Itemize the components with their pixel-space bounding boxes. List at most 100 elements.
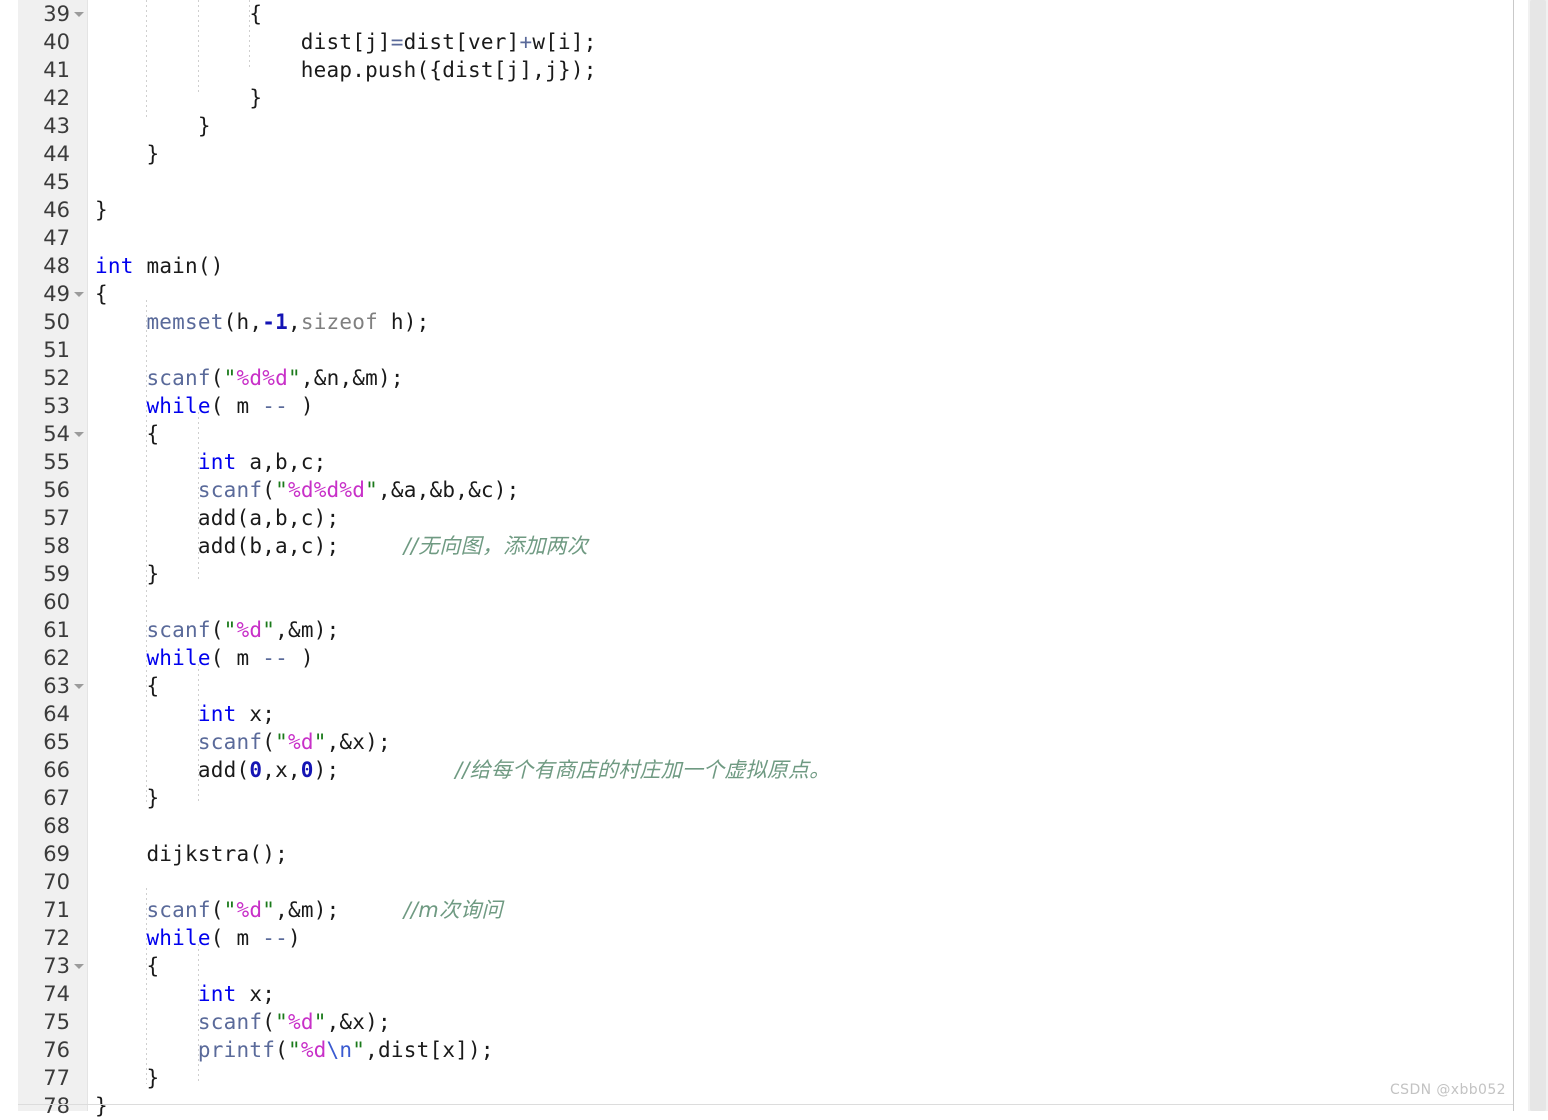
code-line[interactable]: 47: [0, 224, 1548, 252]
fold-toggle-icon[interactable]: [74, 684, 84, 689]
code-line[interactable]: 53 while( m -- ): [0, 392, 1548, 420]
code-text[interactable]: }: [146, 140, 159, 168]
code-line[interactable]: 74 int x;: [0, 980, 1548, 1008]
line-number: 58: [43, 534, 70, 558]
code-line[interactable]: 40 dist[j]=dist[ver]+w[i];: [0, 28, 1548, 56]
code-line[interactable]: 77}: [0, 1064, 1548, 1092]
line-number: 70: [43, 870, 70, 894]
line-number: 73: [43, 954, 70, 978]
code-line[interactable]: 61 scanf("%d",&m);: [0, 616, 1548, 644]
code-line[interactable]: 54 {: [0, 420, 1548, 448]
code-text[interactable]: }: [146, 784, 159, 812]
code-text[interactable]: scanf("%d",&x);: [198, 1008, 391, 1036]
code-text[interactable]: scanf("%d%d",&n,&m);: [146, 364, 403, 392]
code-text[interactable]: while( m --): [146, 924, 300, 952]
line-number: 53: [43, 394, 70, 418]
code-text[interactable]: }: [95, 1092, 108, 1120]
code-text[interactable]: int main(): [95, 252, 224, 280]
line-number: 77: [43, 1066, 70, 1090]
line-number: 56: [43, 478, 70, 502]
code-text[interactable]: int a,b,c;: [198, 448, 327, 476]
line-number: 67: [43, 786, 70, 810]
code-text[interactable]: {: [146, 952, 159, 980]
code-editor[interactable]: 39 {40 dist[j]=dist[ver]+w[i]; 41 heap.push(…: [0, 0, 1548, 1118]
code-line[interactable]: 44}: [0, 140, 1548, 168]
line-number: 76: [43, 1038, 70, 1062]
code-line[interactable]: 42}: [0, 84, 1548, 112]
line-number: 64: [43, 702, 70, 726]
code-line[interactable]: 72 while( m --): [0, 924, 1548, 952]
code-text[interactable]: scanf("%d",&m);: [146, 896, 339, 924]
code-text[interactable]: }: [146, 1064, 159, 1092]
code-line[interactable]: 69 dijkstra();: [0, 840, 1548, 868]
code-line[interactable]: 57 add(a,b,c);: [0, 504, 1548, 532]
code-line[interactable]: 48 int main(): [0, 252, 1548, 280]
code-line[interactable]: 56 scanf("%d%d%d",&a,&b,&c);: [0, 476, 1548, 504]
code-text[interactable]: scanf("%d",&x);: [198, 728, 391, 756]
code-text[interactable]: {: [95, 280, 108, 308]
code-text[interactable]: int x;: [198, 700, 275, 728]
code-line[interactable]: 67}: [0, 784, 1548, 812]
code-text[interactable]: {: [249, 0, 262, 28]
code-text[interactable]: add(0,x,0);: [198, 756, 340, 784]
code-line[interactable]: 75 scanf("%d",&x);: [0, 1008, 1548, 1036]
line-number: 41: [43, 58, 70, 82]
code-line[interactable]: 49 {: [0, 280, 1548, 308]
code-text[interactable]: add(b,a,c);: [198, 532, 340, 560]
line-number: 74: [43, 982, 70, 1006]
code-text[interactable]: }: [249, 84, 262, 112]
code-line[interactable]: 39 {: [0, 0, 1548, 28]
code-line[interactable]: 43}: [0, 112, 1548, 140]
code-line[interactable]: 66 add(0,x,0); //给每个有商店的村庄加一个虚拟原点。: [0, 756, 1548, 784]
code-text[interactable]: {: [146, 672, 159, 700]
code-text[interactable]: while( m -- ): [146, 644, 313, 672]
code-line[interactable]: 60: [0, 588, 1548, 616]
code-line[interactable]: 58 add(b,a,c); //无向图，添加两次: [0, 532, 1548, 560]
code-text[interactable]: }: [95, 196, 108, 224]
code-text[interactable]: dijkstra();: [146, 840, 288, 868]
code-line[interactable]: 64 int x;: [0, 700, 1548, 728]
code-line[interactable]: 50 memset(h,-1,sizeof h);: [0, 308, 1548, 336]
code-text[interactable]: printf("%d\n",dist[x]);: [198, 1036, 494, 1064]
code-line[interactable]: 76 printf("%d\n",dist[x]);: [0, 1036, 1548, 1064]
line-number: 63: [43, 674, 70, 698]
line-number: 45: [43, 170, 70, 194]
code-line[interactable]: 55 int a,b,c;: [0, 448, 1548, 476]
line-number: 42: [43, 86, 70, 110]
code-line[interactable]: 73 {: [0, 952, 1548, 980]
fold-toggle-icon[interactable]: [74, 432, 84, 437]
fold-toggle-icon[interactable]: [74, 12, 84, 17]
vertical-scrollbar-thumb[interactable]: [1530, 0, 1546, 1111]
code-text[interactable]: dist[j]=dist[ver]+w[i];: [301, 28, 597, 56]
code-line[interactable]: 52 scanf("%d%d",&n,&m);: [0, 364, 1548, 392]
code-line[interactable]: 65 scanf("%d",&x);: [0, 728, 1548, 756]
code-text[interactable]: add(a,b,c);: [198, 504, 340, 532]
line-number: 40: [43, 30, 70, 54]
fold-toggle-icon[interactable]: [74, 964, 84, 969]
code-text[interactable]: int x;: [198, 980, 275, 1008]
code-line[interactable]: 46}: [0, 196, 1548, 224]
code-line[interactable]: 70: [0, 868, 1548, 896]
code-text[interactable]: }: [146, 560, 159, 588]
code-line[interactable]: 51: [0, 336, 1548, 364]
code-text[interactable]: heap.push({dist[j],j});: [301, 56, 597, 84]
code-line[interactable]: 68: [0, 812, 1548, 840]
code-line[interactable]: 78}: [0, 1092, 1548, 1120]
editor-bottom-border: [18, 1104, 1513, 1105]
code-comment: //无向图，添加两次: [403, 534, 588, 558]
code-line[interactable]: 63 {: [0, 672, 1548, 700]
fold-toggle-icon[interactable]: [74, 292, 84, 297]
code-line[interactable]: 41 heap.push({dist[j],j});: [0, 56, 1548, 84]
line-number: 47: [43, 226, 70, 250]
code-text[interactable]: scanf("%d",&m);: [146, 616, 339, 644]
code-text[interactable]: {: [146, 420, 159, 448]
code-text[interactable]: scanf("%d%d%d",&a,&b,&c);: [198, 476, 520, 504]
code-text[interactable]: memset(h,-1,sizeof h);: [146, 308, 429, 336]
code-line[interactable]: 62 while( m -- ): [0, 644, 1548, 672]
code-text[interactable]: }: [198, 112, 211, 140]
code-line[interactable]: 71 scanf("%d",&m); //m次询问: [0, 896, 1548, 924]
code-line[interactable]: 59}: [0, 560, 1548, 588]
code-text[interactable]: while( m -- ): [146, 392, 313, 420]
line-number: 69: [43, 842, 70, 866]
code-line[interactable]: 45: [0, 168, 1548, 196]
